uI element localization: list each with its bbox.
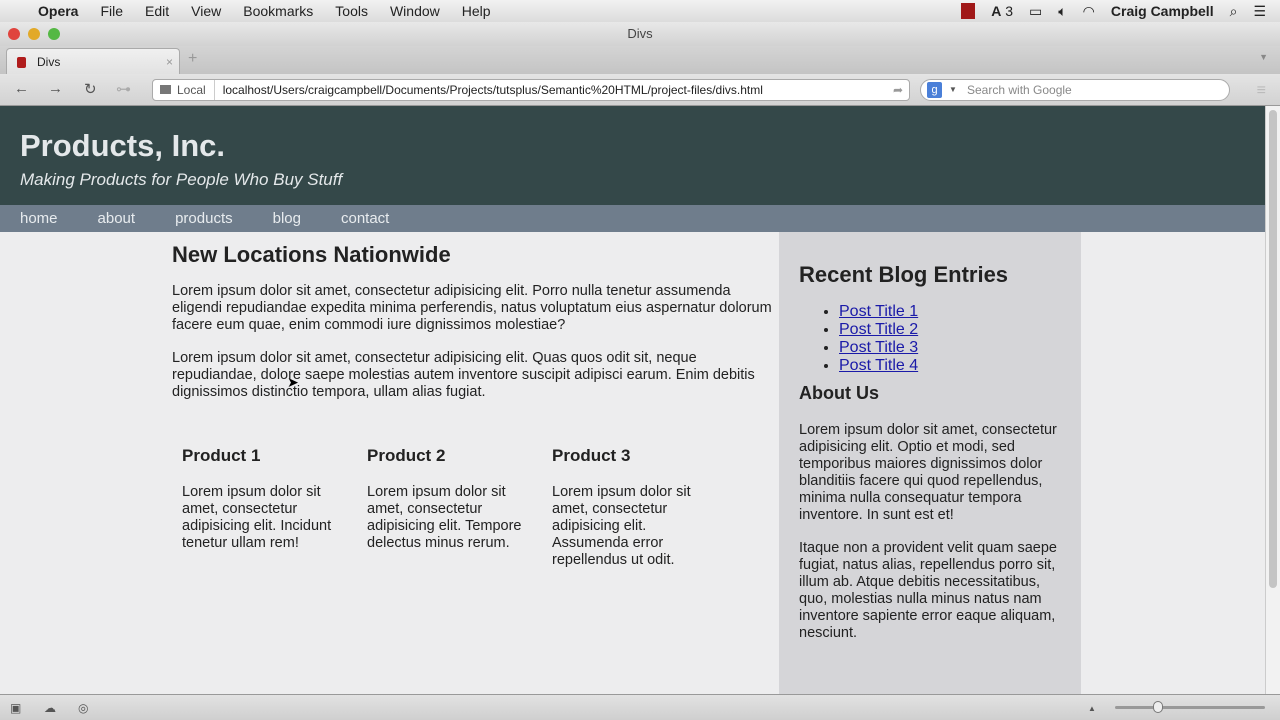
zoom-window-button[interactable] — [48, 28, 60, 40]
panel-toggle-icon[interactable]: ▣ — [10, 701, 21, 715]
nav-about[interactable]: about — [98, 210, 136, 227]
spotlight-search-icon[interactable]: ⌕ — [1230, 3, 1238, 20]
sidebar: Recent Blog Entries Post Title 1 Post Ti… — [779, 232, 1081, 694]
product-text: Lorem ipsum dolor sit amet, consectetur … — [182, 484, 332, 551]
menu-help[interactable]: Help — [462, 3, 491, 19]
page-icon — [17, 57, 26, 68]
zoom-slider-knob[interactable] — [1153, 701, 1163, 713]
key-icon[interactable]: ⊶ — [116, 80, 131, 98]
scrollbar-thumb[interactable] — [1269, 110, 1277, 588]
product-card: Product 1 Lorem ipsum dolor sit amet, con… — [182, 447, 367, 585]
sidebar-toggle-icon[interactable]: ≡ — [1257, 82, 1266, 100]
products-row: Product 1 Lorem ipsum dolor sit amet, con… — [182, 447, 772, 585]
tab-menu-chevron-icon[interactable]: ▼ — [1259, 52, 1268, 62]
site-nav: home about products blog contact — [0, 205, 1265, 232]
menu-bookmarks[interactable]: Bookmarks — [243, 3, 313, 19]
blog-heading: Recent Blog Entries — [799, 262, 1009, 287]
blog-list: Post Title 1 Post Title 2 Post Title 3 P… — [839, 303, 1061, 375]
mouse-cursor-icon: ➤ — [287, 374, 299, 390]
mac-menu-bar: Opera File Edit View Bookmarks Tools Win… — [0, 0, 1280, 22]
main-content: New Locations Nationwide Lorem ipsum dol… — [172, 242, 772, 585]
recording-icon[interactable] — [961, 3, 976, 19]
main-paragraph: Lorem ipsum dolor sit amet, consectetur … — [172, 350, 755, 400]
menu-app-opera[interactable]: Opera — [38, 3, 78, 19]
reload-button[interactable]: ↻ — [84, 80, 97, 98]
site-tagline: Making Products for People Who Buy Stuff — [20, 170, 343, 189]
nav-products[interactable]: products — [175, 210, 233, 227]
forward-button[interactable]: → — [48, 80, 63, 97]
about-paragraph: Lorem ipsum dolor sit amet, consectetur … — [799, 422, 1057, 523]
share-icon[interactable]: ➦ — [893, 80, 903, 100]
search-placeholder: Search with Google — [967, 83, 1072, 97]
blog-post-link[interactable]: Post Title 2 — [839, 321, 918, 338]
list-item: Post Title 2 — [839, 321, 1061, 339]
adobe-icon[interactable]: A 3 — [991, 3, 1013, 19]
speed-dial-icon[interactable]: ◎ — [78, 701, 88, 715]
product-card: Product 2 Lorem ipsum dolor sit amet, con… — [367, 447, 552, 585]
list-item: Post Title 4 — [839, 357, 1061, 375]
zoom-slider[interactable] — [1115, 701, 1265, 713]
tab-bar: Divs × + ▼ — [0, 46, 1280, 74]
vertical-scrollbar[interactable] — [1265, 106, 1280, 694]
address-field[interactable]: Local localhost/Users/craigcampbell/Docu… — [152, 79, 910, 101]
computer-icon — [160, 85, 171, 94]
about-paragraph: Itaque non a provident velit quam saepe … — [799, 540, 1057, 641]
user-name[interactable]: Craig Campbell — [1111, 3, 1214, 19]
nav-home[interactable]: home — [20, 210, 58, 227]
search-engine-chevron-icon[interactable]: ▼ — [949, 80, 957, 100]
url-text: localhost/Users/craigcampbell/Documents/… — [222, 83, 763, 97]
main-paragraph: Lorem ipsum dolor sit amet, consectetur … — [172, 283, 772, 333]
minimize-window-button[interactable] — [28, 28, 40, 40]
menu-file[interactable]: File — [100, 3, 123, 19]
close-tab-icon[interactable]: × — [166, 49, 173, 75]
product-card: Product 3 Lorem ipsum dolor sit amet, con… — [552, 447, 737, 585]
menu-window[interactable]: Window — [390, 3, 440, 19]
main-heading: New Locations Nationwide — [172, 242, 451, 267]
volume-icon[interactable]: 🔈︎ — [1058, 3, 1066, 20]
turbo-icon[interactable]: ☁ — [44, 701, 56, 715]
location-label: Local — [177, 83, 206, 97]
product-title: Product 2 — [367, 446, 446, 465]
notification-center-icon[interactable]: ☰ — [1253, 3, 1266, 20]
menu-edit[interactable]: Edit — [145, 3, 169, 19]
site-header: Products, Inc. Making Products for Peopl… — [0, 106, 1265, 205]
window-title: Divs — [0, 22, 1280, 46]
blog-post-link[interactable]: Post Title 3 — [839, 339, 918, 356]
zoom-out-icon[interactable]: ▲ — [1088, 704, 1096, 713]
about-heading: About Us — [799, 383, 879, 403]
menu-view[interactable]: View — [191, 3, 221, 19]
adobe-count: 3 — [1005, 3, 1014, 19]
web-page: Products, Inc. Making Products for Peopl… — [0, 106, 1265, 694]
list-item: Post Title 1 — [839, 303, 1061, 321]
airplay-icon[interactable]: ▭ — [1029, 3, 1042, 20]
product-text: Lorem ipsum dolor sit amet, consectetur … — [367, 484, 522, 551]
nav-blog[interactable]: blog — [273, 210, 301, 227]
list-item: Post Title 3 — [839, 339, 1061, 357]
address-toolbar: ← → ↻ ⊶ Local localhost/Users/craigcampb… — [0, 74, 1280, 106]
product-text: Lorem ipsum dolor sit amet, consectetur … — [552, 484, 691, 568]
product-title: Product 1 — [182, 446, 261, 465]
product-title: Product 3 — [552, 446, 631, 465]
google-icon[interactable]: g — [927, 82, 942, 98]
blog-post-link[interactable]: Post Title 1 — [839, 303, 918, 320]
status-bar: ▣ ☁ ◎ ▲ — [0, 694, 1280, 720]
nav-contact[interactable]: contact — [341, 210, 389, 227]
site-title: Products, Inc. — [20, 128, 225, 163]
close-window-button[interactable] — [8, 28, 20, 40]
menu-tools[interactable]: Tools — [335, 3, 368, 19]
tab-divs[interactable]: Divs × — [6, 48, 180, 74]
wifi-icon[interactable]: ◠ — [1083, 3, 1095, 20]
tab-label: Divs — [37, 55, 61, 69]
blog-post-link[interactable]: Post Title 4 — [839, 357, 918, 374]
back-button[interactable]: ← — [14, 80, 29, 97]
search-input[interactable]: g ▼ Search with Google — [920, 79, 1230, 101]
new-tab-button[interactable]: + — [188, 50, 197, 68]
location-badge: Local — [153, 80, 215, 100]
